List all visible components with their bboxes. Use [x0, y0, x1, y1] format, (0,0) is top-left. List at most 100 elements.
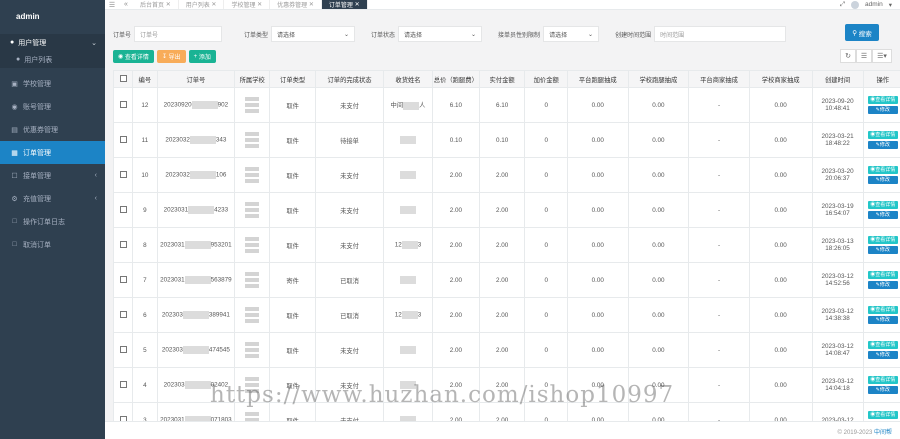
search-icon: ⚲ — [852, 29, 857, 37]
sidebar-item-log[interactable]: □ 操作订单日志 — [0, 210, 105, 233]
tab-close-icon[interactable]: ✕ — [211, 1, 216, 8]
sidebar-item-orders[interactable]: ▦ 订单管理 — [0, 141, 105, 164]
tab-close-icon[interactable]: ✕ — [355, 1, 360, 8]
row-edit-button[interactable]: ✎修改 — [867, 211, 898, 219]
refresh-icon[interactable]: ↻ — [840, 49, 856, 63]
gender-limit-select[interactable]: 请选择 ⌄ — [543, 26, 600, 42]
view-detail-button[interactable]: ◉ 查看详情 — [113, 50, 154, 63]
row-checkbox[interactable] — [113, 87, 134, 123]
col-header[interactable]: 收货姓名 — [383, 70, 433, 88]
sidebar-item-recharge[interactable]: ⚙ 充值管理 ‹ — [0, 187, 105, 210]
row-checkbox[interactable] — [113, 262, 134, 298]
row-view-button[interactable]: ◉查看详情 — [867, 201, 898, 209]
row-checkbox[interactable] — [113, 122, 134, 158]
sidebar-item-tasks[interactable]: ☐ 接单管理 ‹ — [0, 164, 105, 187]
row-edit-button[interactable]: ✎修改 — [867, 281, 898, 289]
col-header[interactable]: 编号 — [132, 70, 158, 88]
row-view-button[interactable]: ◉查看详情 — [867, 376, 898, 384]
add-button[interactable]: + 添加 — [188, 50, 216, 63]
col-header[interactable]: 实付金额 — [478, 70, 526, 88]
created-clock: 16:54:07 — [825, 210, 850, 217]
sidebar-item-label: 优惠券管理 — [23, 126, 58, 134]
sidebar-item-account[interactable]: ◉ 账号管理 — [0, 95, 105, 118]
col-header[interactable]: 创建时间 — [811, 70, 864, 88]
button-label: 修改 — [879, 177, 890, 183]
tab-close-icon[interactable]: ✕ — [309, 1, 314, 8]
sidebar-item-school[interactable]: ▣ 学校管理 — [0, 72, 105, 95]
row-view-button[interactable]: ◉查看详情 — [867, 96, 898, 104]
tab-orders[interactable]: 订单管理 ✕ — [321, 0, 368, 9]
row-edit-button[interactable]: ✎修改 — [867, 141, 898, 149]
row-view-button[interactable]: ◉查看详情 — [867, 236, 898, 244]
col-header[interactable]: 所属学校 — [234, 70, 271, 88]
col-header[interactable]: 订单号 — [156, 70, 236, 88]
sidebar-item-cancel[interactable]: □ 取消订单 — [0, 233, 105, 256]
chevron-left-icon: ‹ — [94, 195, 97, 202]
sidebar-item-coupon[interactable]: ▤ 优惠券管理 — [0, 118, 105, 141]
row-view-button[interactable]: ◉查看详情 — [867, 341, 898, 349]
user-name[interactable]: admin — [865, 1, 883, 8]
tab-home[interactable]: 后台首页 ✕ — [133, 0, 179, 9]
row-view-button[interactable]: ◉查看详情 — [867, 166, 898, 174]
tab-scroll-left-icon[interactable]: « — [119, 0, 133, 9]
tab-user-list[interactable]: 用户列表 ✕ — [179, 0, 225, 9]
row-checkbox[interactable] — [113, 192, 134, 228]
col-header[interactable]: 总价（跑腿费） — [431, 70, 480, 88]
row-checkbox[interactable] — [113, 297, 134, 333]
sidebar-item-label: 充值管理 — [23, 195, 51, 203]
col-header[interactable]: 平台商家抽成 — [688, 70, 750, 88]
cell-status: 未支付 — [314, 402, 385, 422]
footer-link[interactable]: 中间帮 — [874, 430, 892, 436]
row-checkbox[interactable] — [113, 332, 134, 368]
search-button[interactable]: ⚲ 搜索 — [845, 24, 879, 41]
columns-menu-icon[interactable]: ☰▾ — [872, 49, 892, 63]
row-view-button[interactable]: ◉查看详情 — [867, 306, 898, 314]
tab-close-icon[interactable]: ✕ — [257, 1, 262, 8]
cell-total: 2.00 — [431, 332, 480, 368]
redacted-school — [236, 342, 269, 358]
cell-actions: ◉查看详情 ✎修改 — [862, 122, 900, 158]
cell-created-time: 2023-03-12 14:04:18 — [811, 367, 864, 403]
button-label: 查看详情 — [875, 167, 896, 173]
menu-toggle-icon[interactable]: ☰ — [105, 0, 119, 9]
row-edit-button[interactable]: ✎修改 — [867, 176, 898, 184]
row-edit-button[interactable]: ✎修改 — [867, 386, 898, 394]
order-type-select[interactable]: 请选择 ⌄ — [271, 26, 356, 42]
row-view-button[interactable]: ◉查看详情 — [867, 411, 898, 419]
col-header[interactable]: 学校商家抽成 — [748, 70, 813, 88]
redacted-block — [182, 346, 209, 354]
row-edit-button[interactable]: ✎修改 — [867, 316, 898, 324]
row-checkbox[interactable] — [113, 402, 134, 422]
row-checkbox[interactable] — [113, 227, 134, 263]
row-view-button[interactable]: ◉查看详情 — [867, 131, 898, 139]
col-header[interactable]: 订单类型 — [269, 70, 316, 88]
tab-coupon[interactable]: 优惠券管理 ✕ — [270, 0, 322, 9]
row-checkbox[interactable] — [113, 157, 134, 193]
row-edit-button[interactable]: ✎修改 — [867, 246, 898, 254]
time-range-input[interactable]: 时间范围 — [654, 26, 787, 42]
sidebar-item-user-management[interactable]: ● 用户管理 ⌄ — [0, 34, 105, 51]
order-no-input[interactable]: 订单号 — [134, 26, 223, 42]
button-label: 修改 — [879, 212, 890, 218]
row-edit-button[interactable]: ✎修改 — [867, 106, 898, 114]
list-view-icon[interactable]: ☰ — [856, 49, 872, 63]
avatar[interactable] — [851, 0, 860, 9]
cell-type: 取件 — [269, 122, 316, 158]
chevron-down-icon[interactable]: ▾ — [889, 1, 892, 9]
select-all-checkbox[interactable] — [113, 70, 134, 88]
row-view-button[interactable]: ◉查看详情 — [867, 271, 898, 279]
row-checkbox[interactable] — [113, 367, 134, 403]
order-status-select[interactable]: 请选择 ⌄ — [398, 26, 483, 42]
cell-s-shop: 0.00 — [748, 192, 813, 228]
tab-school[interactable]: 学校管理 ✕ — [224, 0, 271, 9]
col-header[interactable]: 加价金额 — [524, 70, 568, 88]
row-edit-button[interactable]: ✎修改 — [867, 351, 898, 359]
redacted-block — [399, 171, 416, 179]
tab-close-icon[interactable]: ✕ — [166, 1, 171, 8]
sidebar-subitem-user-list[interactable]: ● 用户列表 — [0, 51, 105, 68]
export-button[interactable]: ↧ 导出 — [156, 50, 186, 63]
col-header[interactable]: 学校跑腿抽成 — [627, 70, 690, 88]
col-header[interactable]: 平台跑腿抽成 — [566, 70, 629, 88]
fullscreen-icon[interactable]: ⤢ — [840, 1, 845, 9]
col-header[interactable]: 订单的完成状态 — [314, 70, 385, 88]
